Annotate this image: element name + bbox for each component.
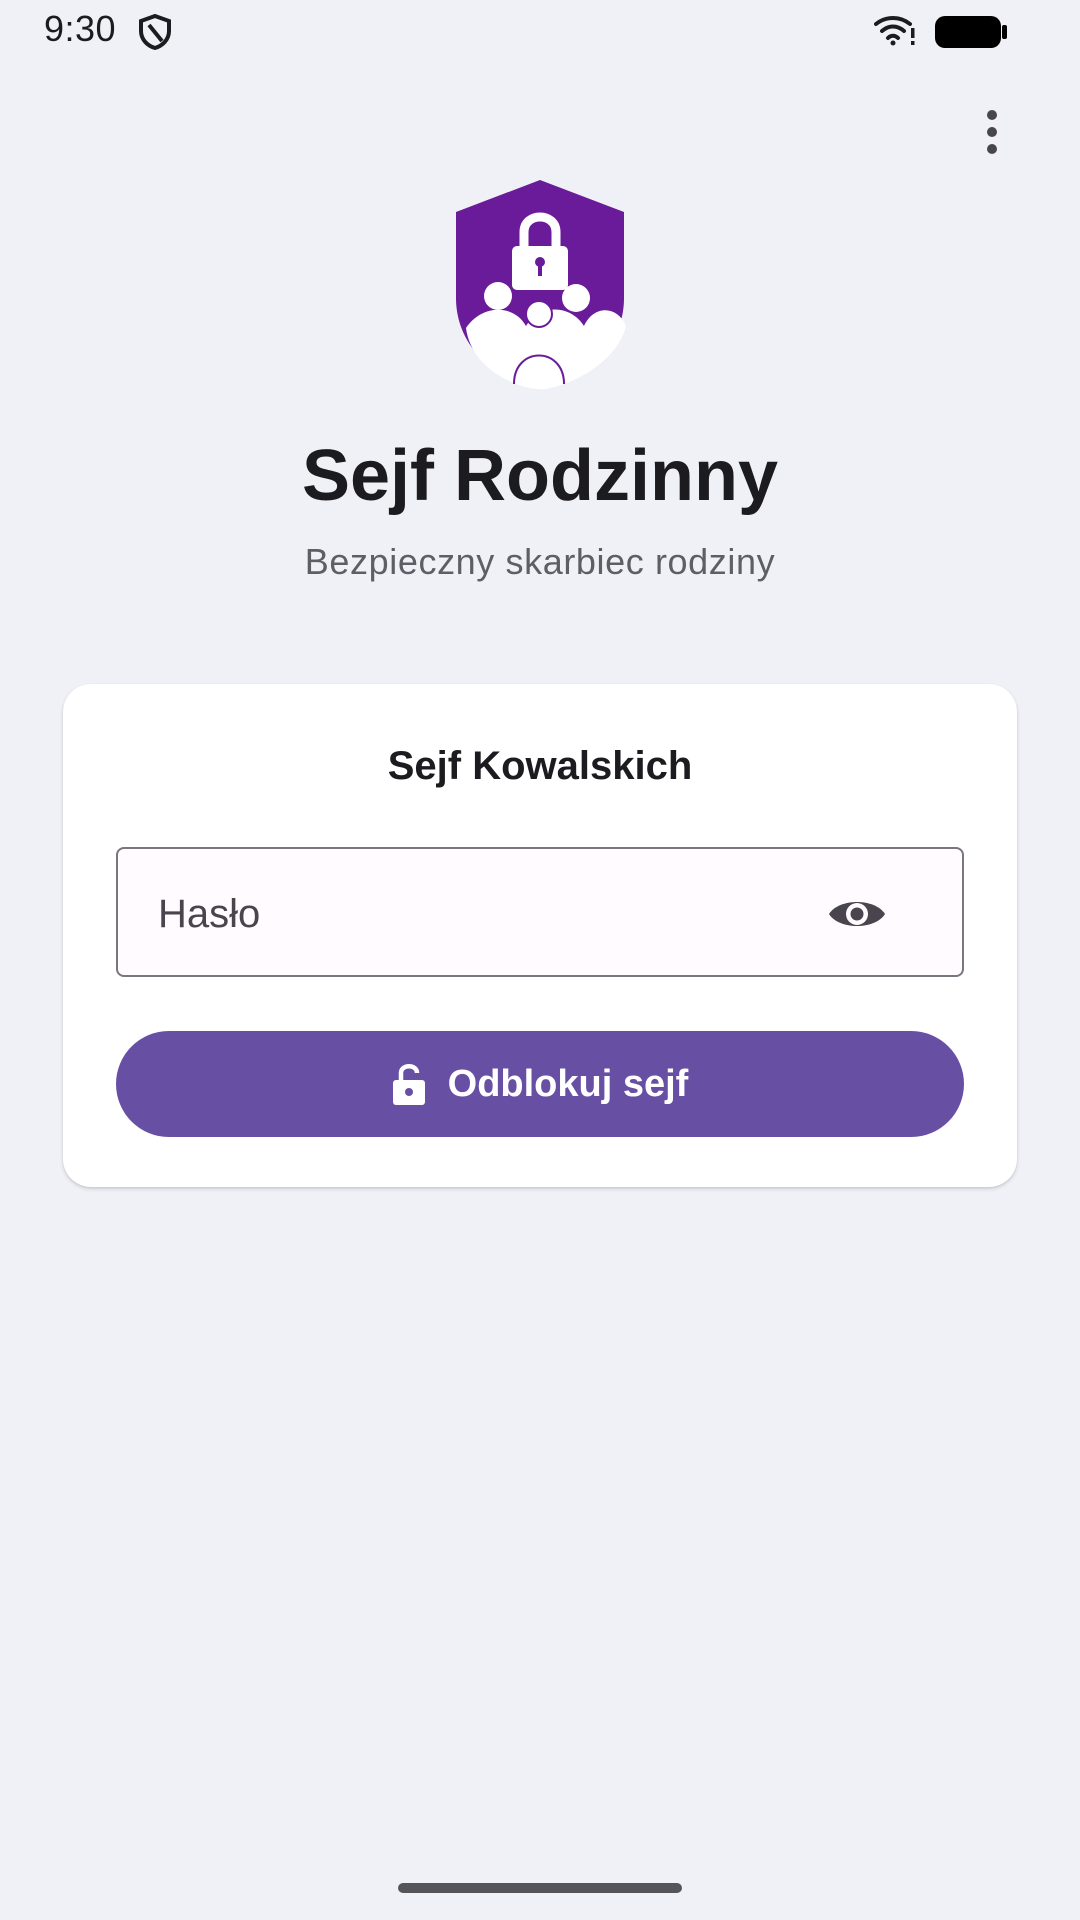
lock-open-icon bbox=[392, 1064, 425, 1105]
app-title: Sejf Rodzinny bbox=[301, 436, 778, 516]
battery-icon bbox=[935, 16, 1007, 48]
unlock-button-label: Odblokuj sejf bbox=[447, 1063, 689, 1105]
eye-icon bbox=[829, 902, 885, 926]
toggle-password-visibility-button[interactable] bbox=[822, 879, 892, 949]
login-card: Sejf Kowalskich Hasło Odblokuj sejf bbox=[63, 684, 1017, 1187]
family-shield-lock-icon bbox=[456, 180, 626, 390]
vault-name: Sejf Kowalskich bbox=[387, 744, 693, 788]
app-subtitle: Bezpieczny skarbiec rodziny bbox=[304, 541, 776, 582]
overflow-menu-button[interactable] bbox=[966, 100, 1018, 164]
status-bar: 9:30 bbox=[0, 0, 1080, 64]
password-field[interactable]: Hasło bbox=[116, 847, 964, 977]
shield-icon bbox=[139, 14, 171, 50]
home-indicator[interactable] bbox=[398, 1883, 682, 1893]
wifi-icon bbox=[874, 16, 915, 46]
more-vert-icon bbox=[987, 110, 997, 154]
unlock-vault-button[interactable]: Odblokuj sejf bbox=[116, 1031, 964, 1137]
password-placeholder: Hasło bbox=[158, 892, 261, 936]
status-time: 9:30 bbox=[44, 8, 117, 49]
